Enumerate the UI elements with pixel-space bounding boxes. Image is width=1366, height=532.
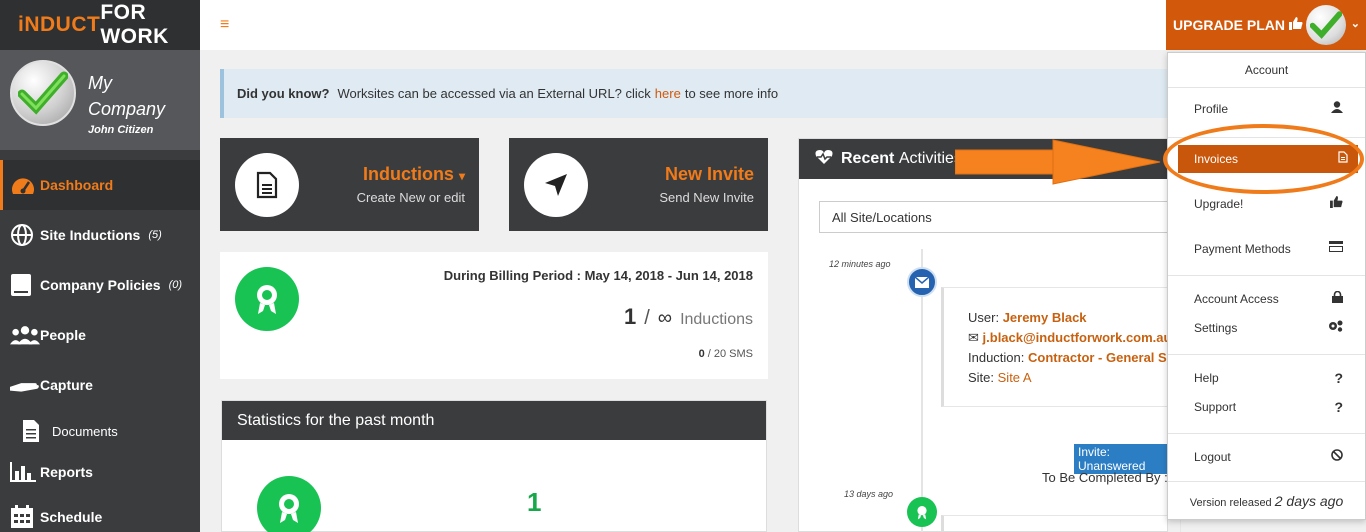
menu-item-logout[interactable]: Logout (1168, 443, 1365, 471)
annotation-ellipse (1163, 124, 1364, 194)
thumbs-up-icon (1289, 17, 1303, 33)
sidebar-item-company-policies[interactable]: Company Policies (0) (0, 260, 200, 310)
sidebar-item-schedule[interactable]: Schedule (0, 492, 200, 532)
avatar[interactable] (10, 60, 76, 126)
sidebar-nav: Dashboard Site Inductions (5) Company Pol… (0, 160, 200, 532)
award-icon (907, 497, 937, 527)
account-dropdown: Account Profile Invoices Upgrade! Paymen… (1167, 52, 1366, 520)
inductions-subtitle: Create New or edit (356, 190, 465, 205)
question-icon: ? (1334, 399, 1343, 415)
timestamp: 13 days ago (844, 489, 894, 499)
book-icon (10, 273, 40, 297)
award-icon (235, 267, 299, 331)
menu-item-settings[interactable]: Settings (1168, 314, 1365, 342)
inductions-card[interactable]: Inductions ▾ Create New or edit (220, 138, 479, 231)
hand-icon (10, 377, 40, 393)
gears-icon (1328, 320, 1343, 335)
sidebar-item-dashboard[interactable]: Dashboard (0, 160, 200, 210)
activity-event[interactable] (941, 515, 1181, 532)
send-arrow-icon (524, 153, 588, 217)
lock-icon (1332, 290, 1343, 306)
globe-icon (10, 223, 40, 247)
credit-card-icon (1329, 241, 1343, 255)
user-icon (1331, 101, 1343, 116)
ban-icon (1331, 449, 1343, 464)
menu-item-account-access[interactable]: Account Access (1168, 285, 1365, 313)
company-name: My Company (88, 73, 166, 119)
chevron-down-icon[interactable]: ⌄ (1351, 17, 1360, 30)
timestamp: 12 minutes ago (829, 259, 891, 269)
checkmark-icon (1310, 11, 1342, 39)
sidebar-item-documents[interactable]: Documents (0, 410, 200, 452)
question-icon: ? (1334, 370, 1343, 386)
new-invite-subtitle: Send New Invite (659, 190, 754, 205)
envelope-icon (907, 267, 937, 297)
menu-item-help[interactable]: Help? (1168, 364, 1365, 392)
envelope-icon: ✉ (968, 330, 979, 345)
tip-banner: Did you know? Worksites can be accessed … (220, 69, 1180, 118)
caret-down-icon: ▾ (458, 169, 465, 183)
version-info: Version released 2 days ago (1189, 493, 1344, 509)
logo[interactable]: iNDUCT FOR WORK (0, 0, 200, 50)
calendar-icon (10, 505, 40, 529)
user-avatar-button[interactable] (1306, 5, 1346, 45)
completed-by-label: To Be Completed By : (1042, 470, 1168, 485)
sidebar: iNDUCT FOR WORK My Company John Citizen D… (0, 0, 200, 532)
award-icon (257, 476, 321, 532)
inductions-usage: 1 / ∞ Inductions (623, 304, 753, 329)
new-invite-title: New Invite (664, 164, 754, 184)
annotation-arrow (954, 138, 1165, 191)
statistics-panel: Statistics for the past month 1 (221, 400, 767, 532)
document-icon (22, 419, 52, 443)
heartbeat-icon (815, 149, 833, 170)
menu-item-upgrade[interactable]: Upgrade! (1168, 190, 1365, 218)
recent-activities-panel: Recent Activities All Site/Locations 12 … (798, 138, 1181, 532)
top-bar: ≡ UPGRADE PLAN ⌄ (200, 0, 1366, 50)
document-icon (235, 153, 299, 217)
menu-item-support[interactable]: Support? (1168, 393, 1365, 421)
sidebar-item-people[interactable]: People (0, 310, 200, 360)
activity-event[interactable]: User: Jeremy Black ✉ j.black@inductforwo… (941, 287, 1181, 407)
billing-period: During Billing Period : May 14, 2018 - J… (443, 268, 753, 283)
user-name: John Citizen (88, 124, 154, 136)
checkmark-icon (18, 71, 68, 115)
inductions-title: Inductions ▾ (362, 164, 465, 184)
stat-value: 1 (527, 487, 542, 517)
speedometer-icon (10, 174, 40, 196)
billing-panel: During Billing Period : May 14, 2018 - J… (220, 252, 768, 379)
menu-toggle-icon[interactable]: ≡ (220, 16, 229, 34)
tip-link[interactable]: here (655, 86, 681, 101)
sms-usage: 0 / 20 SMS (698, 348, 753, 360)
statistics-title: Statistics for the past month (222, 401, 766, 440)
menu-item-profile[interactable]: Profile (1168, 95, 1365, 123)
site-location-select[interactable]: All Site/Locations (819, 201, 1179, 233)
sidebar-item-reports[interactable]: Reports (0, 452, 200, 492)
people-icon (10, 325, 40, 345)
thumbs-up-icon (1330, 196, 1343, 211)
sidebar-item-site-inductions[interactable]: Site Inductions (5) (0, 210, 200, 260)
sidebar-item-capture[interactable]: Capture (0, 360, 200, 410)
menu-item-payment-methods[interactable]: Payment Methods (1168, 235, 1365, 263)
new-invite-card[interactable]: New Invite Send New Invite (509, 138, 768, 231)
upgrade-plan-button[interactable]: UPGRADE PLAN ⌄ (1166, 0, 1366, 50)
dropdown-header: Account (1168, 53, 1365, 88)
bar-chart-icon (10, 462, 40, 482)
